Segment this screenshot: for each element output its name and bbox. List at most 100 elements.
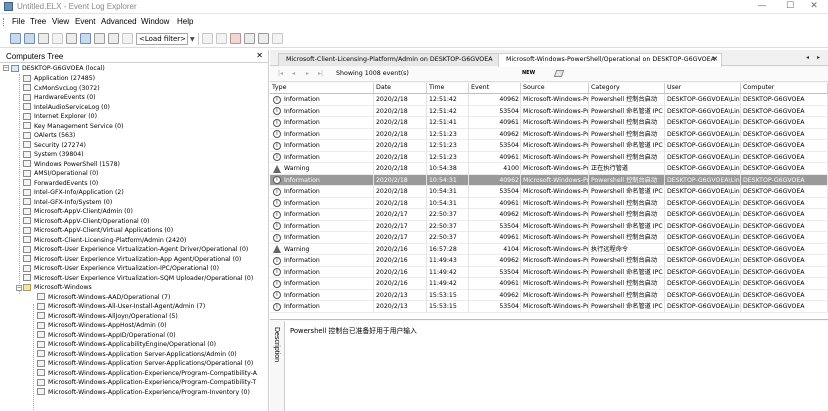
save-icon[interactable] (80, 33, 91, 44)
collapse-icon[interactable]: − (16, 285, 22, 291)
column-header-category[interactable]: Category (589, 83, 665, 94)
tree-log-item[interactable]: Microsoft-Windows-All-User-Install-Agent… (37, 302, 205, 311)
tree-log-item[interactable]: Microsoft-Windows-ApplicabilityEngine/Op… (37, 340, 216, 349)
tab-powershell-operational[interactable]: Microsoft-Windows-PowerShell/Operational… (498, 53, 722, 67)
event-row[interactable]: i Information 2020/2/13 15:53:15 40962 Micros… (270, 289, 828, 301)
menu-event[interactable]: Event (75, 17, 95, 26)
tree-log-item[interactable]: Microsoft-User Experience Virtualization… (23, 264, 219, 273)
open-log-icon[interactable] (24, 33, 35, 44)
close-window-button[interactable]: ✕ (800, 0, 828, 13)
event-row[interactable]: Warning 2020/2/18 10:54:38 4100 Microsoft-Wi… (270, 163, 828, 175)
tree-log-item[interactable]: OAlerts (563) (23, 131, 75, 140)
load-filter-dropdown[interactable]: <Load filter> (136, 33, 188, 45)
print-icon[interactable] (272, 33, 283, 44)
tree-log-item[interactable]: IntelAudioServiceLog (0) (23, 103, 110, 112)
menu-tree[interactable]: Tree (30, 17, 46, 26)
event-row[interactable]: i Information 2020/2/18 12:51:42 40962 Micros… (270, 94, 828, 106)
tree-log-item[interactable]: Microsoft-AppV-Client/Admin (0) (23, 207, 133, 216)
tree-folder-microsoft-windows[interactable]: Microsoft-Windows (23, 283, 92, 292)
event-row[interactable]: i Information 2020/2/17 22:50:37 40962 Micros… (270, 209, 828, 221)
menu-advanced[interactable]: Advanced (101, 17, 137, 26)
stop-icon[interactable] (230, 33, 241, 44)
tree-log-item[interactable]: Internet Explorer (0) (23, 112, 97, 121)
tree-log-item[interactable]: AMSI/Operational (0) (23, 169, 98, 178)
description-tab[interactable]: Description (270, 321, 285, 411)
remove-filter-icon[interactable] (216, 33, 227, 44)
tab-client-licensing[interactable]: Microsoft-Client-Licensing-Platform/Admi… (278, 53, 500, 66)
tree-log-item[interactable]: Microsoft-Windows-AllJoyn/Operational (5… (37, 312, 178, 321)
tree-log-item[interactable]: Microsoft-Windows-AppID/Operational (0) (37, 331, 176, 340)
event-row[interactable]: i Information 2020/2/18 10:54:31 40961 Micros… (270, 197, 828, 209)
event-row[interactable]: i Information 2020/2/13 15:53:15 53504 Micros… (270, 301, 828, 313)
new-events-icon[interactable]: NEW (522, 70, 535, 76)
event-row[interactable]: i Information 2020/2/16 11:49:42 40961 Micros… (270, 278, 828, 290)
tab-scroll-left-icon[interactable]: ◂ (806, 54, 809, 61)
next-page-icon[interactable]: ▸ (306, 70, 309, 77)
column-header-date[interactable]: Date (374, 83, 427, 94)
last-page-icon[interactable]: ▸| (318, 70, 323, 77)
previous-page-icon[interactable]: ◂ (292, 70, 295, 77)
close-tab-icon[interactable]: ✕ (712, 54, 718, 65)
event-row[interactable]: i Information 2020/2/18 10:54:31 53504 Micros… (270, 186, 828, 198)
tree-log-item[interactable]: Application (27485) (23, 74, 95, 83)
event-row[interactable]: i Information 2020/2/18 10:54:31 40962 Micros… (270, 174, 828, 186)
tree-log-item[interactable]: Microsoft-Windows-Application-Experience… (37, 369, 257, 378)
column-header-source[interactable]: Source (521, 83, 589, 94)
menu-help[interactable]: Help (177, 17, 193, 26)
event-row[interactable]: i Information 2020/2/17 22:50:37 40961 Micros… (270, 232, 828, 244)
eraser-icon[interactable] (553, 70, 565, 77)
event-row[interactable]: i Information 2020/2/18 12:51:23 53504 Micros… (270, 140, 828, 152)
filter-icon[interactable] (122, 33, 133, 44)
column-header-type[interactable]: Type (270, 83, 374, 94)
tree-log-item[interactable]: Intel-GFX-Info/Application (2) (23, 188, 124, 197)
event-row[interactable]: Warning 2020/2/16 16:57:28 4104 Microsoft-Wi… (270, 243, 828, 255)
event-row[interactable]: i Information 2020/2/16 11:49:42 53504 Micros… (270, 266, 828, 278)
event-row[interactable]: i Information 2020/2/18 12:51:23 40961 Micros… (270, 151, 828, 163)
save-as-icon[interactable] (94, 33, 105, 44)
event-row[interactable]: i Information 2020/2/18 12:51:23 40962 Micros… (270, 128, 828, 140)
tree-log-item[interactable]: Key Management Service (0) (23, 122, 124, 131)
minimize-button[interactable]: — (748, 0, 776, 13)
export-icon[interactable] (108, 33, 119, 44)
computers-tree[interactable]: − DESKTOP-G6GVOEA (local) Application (2… (0, 64, 269, 411)
tree-log-item[interactable]: Microsoft-AppV-Client/Operational (0) (23, 217, 149, 226)
menu-file[interactable]: File (12, 17, 25, 26)
tree-log-item[interactable]: Microsoft-Windows-Application-Experience… (37, 388, 250, 397)
column-header-time[interactable]: Time (427, 83, 469, 94)
tree-log-item[interactable]: Microsoft-User Experience Virtualization… (23, 274, 253, 283)
event-row[interactable]: i Information 2020/2/16 11:49:43 40962 Micros… (270, 255, 828, 267)
close-icon[interactable]: ✕ (256, 51, 263, 60)
tree-log-item[interactable]: ForwardedEvents (0) (23, 179, 98, 188)
event-row[interactable]: i Information 2020/2/17 22:50:37 53504 Micros… (270, 220, 828, 232)
tree-log-item[interactable]: Microsoft-Windows-AppHost/Admin (0) (37, 321, 167, 330)
tree-log-item[interactable]: Microsoft-Windows-Application-Experience… (37, 378, 256, 387)
column-header-computer[interactable]: Computer (741, 83, 828, 94)
tree-log-item[interactable]: Security (27274) (23, 141, 86, 150)
tree-log-item[interactable]: HardwareEvents (0) (23, 93, 96, 102)
tree-log-item[interactable]: Windows PowerShell (1578) (23, 160, 120, 169)
tab-scroll-right-icon[interactable]: ▸ (817, 54, 820, 61)
tree-log-item[interactable]: Microsoft-User Experience Virtualization… (23, 245, 248, 254)
new-workspace-icon[interactable] (10, 33, 21, 44)
tree-log-item[interactable]: Microsoft-AppV-Client/Virtual Applicatio… (23, 226, 173, 235)
find-next-icon[interactable] (258, 33, 269, 44)
tree-log-item[interactable]: Microsoft-Client-Licensing-Platform/Admi… (23, 236, 186, 245)
tree-log-item[interactable]: Microsoft-User Experience Virtualization… (23, 255, 241, 264)
event-row[interactable]: i Information 2020/2/18 12:51:41 40961 Micros… (270, 117, 828, 129)
clear-filter-icon[interactable] (202, 33, 213, 44)
save-log-icon[interactable] (38, 33, 49, 44)
tree-log-item[interactable]: Microsoft-Windows-Application Server-App… (37, 359, 253, 368)
menu-window[interactable]: Window (141, 17, 169, 26)
event-row[interactable]: i Information 2020/2/18 12:51:42 53504 Micros… (270, 105, 828, 117)
tree-log-item[interactable]: CxMonSvcLog (3072) (23, 84, 100, 93)
collapse-icon[interactable]: − (3, 65, 9, 71)
column-header-event[interactable]: Event (469, 83, 521, 94)
first-page-icon[interactable]: |◂ (278, 70, 283, 77)
chevron-down-icon[interactable]: ▼ (190, 36, 195, 43)
copy-icon[interactable] (52, 33, 63, 44)
event-grid[interactable]: Type Date Time Event Source Category Use… (270, 83, 828, 320)
tree-log-item[interactable]: Microsoft-Windows-Application Server-App… (37, 350, 237, 359)
tree-log-item[interactable]: System (39804) (23, 150, 84, 159)
menu-view[interactable]: View (52, 17, 69, 26)
find-icon[interactable] (244, 33, 255, 44)
